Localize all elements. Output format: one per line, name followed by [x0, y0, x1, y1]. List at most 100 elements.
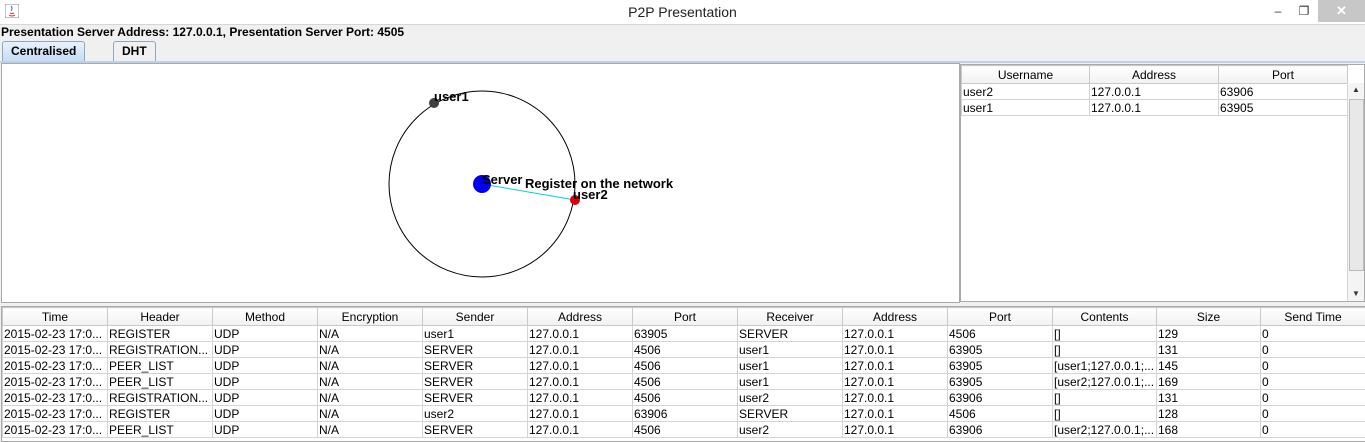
log-table-column-header[interactable]: Header — [108, 308, 213, 326]
log-table-cell: 0 — [1261, 390, 1365, 406]
log-table-cell: PEER_LIST — [108, 374, 213, 390]
user-table-cell: user1 — [962, 100, 1090, 116]
message-log-table: TimeHeaderMethodEncryptionSenderAddressP… — [1, 306, 1365, 442]
log-table-row[interactable]: 2015-02-23 17:0...PEER_LISTUDPN/ASERVER1… — [3, 358, 1365, 374]
log-table-cell: 131 — [1157, 342, 1261, 358]
user-table-column-header[interactable]: Port — [1219, 66, 1348, 84]
log-table-cell: 0 — [1261, 422, 1365, 438]
window-title: P2P Presentation — [0, 4, 1365, 20]
user-table-row[interactable]: user2127.0.0.163906 — [962, 84, 1348, 100]
close-button[interactable]: ✕ — [1318, 0, 1365, 22]
log-table-row[interactable]: 2015-02-23 17:0...PEER_LISTUDPN/ASERVER1… — [3, 374, 1365, 390]
user-table-column-header[interactable]: Address — [1090, 66, 1219, 84]
minimize-button[interactable]: – — [1265, 0, 1291, 22]
log-table-cell: UDP — [213, 390, 318, 406]
log-table-cell: 2015-02-23 17:0... — [3, 390, 108, 406]
log-table-cell: UDP — [213, 422, 318, 438]
log-table-cell: UDP — [213, 342, 318, 358]
log-table-column-header[interactable]: Port — [948, 308, 1053, 326]
log-table-cell: REGISTER — [108, 406, 213, 422]
log-table-column-header[interactable]: Port — [633, 308, 738, 326]
log-table-row[interactable]: 2015-02-23 17:0...REGISTERUDPN/Auser2127… — [3, 406, 1365, 422]
log-table-cell: 63906 — [633, 406, 738, 422]
title-bar: P2P Presentation – ❐ ✕ — [0, 0, 1365, 25]
log-table-column-header[interactable]: Size — [1157, 308, 1261, 326]
user2-label: user2 — [573, 187, 608, 202]
log-table-cell: user1 — [738, 358, 843, 374]
log-table-cell: 127.0.0.1 — [843, 342, 948, 358]
user-table-header: UsernameAddressPort — [962, 66, 1348, 84]
scroll-down-arrow-icon[interactable]: ▼ — [1348, 287, 1364, 301]
scrollbar-thumb[interactable] — [1349, 99, 1364, 271]
log-table-cell: REGISTER — [108, 326, 213, 342]
user-table-cell: 63905 — [1219, 100, 1348, 116]
log-table-cell: 63905 — [948, 342, 1053, 358]
log-table-cell: 2015-02-23 17:0... — [3, 326, 108, 342]
user1-label: user1 — [434, 89, 469, 104]
log-table-row[interactable]: 2015-02-23 17:0...REGISTERUDPN/Auser1 127… — [3, 326, 1365, 342]
log-table-column-header[interactable]: Address — [528, 308, 633, 326]
log-table-cell: user1 — [423, 326, 528, 342]
user-table-scrollbar[interactable]: ▲ ▼ — [1347, 83, 1364, 301]
log-table-cell: user2 — [738, 390, 843, 406]
log-table-cell: 128 — [1157, 406, 1261, 422]
log-table-cell: user2 — [738, 422, 843, 438]
log-table-column-header[interactable]: Contents — [1053, 308, 1157, 326]
scroll-up-arrow-icon[interactable]: ▲ — [1348, 83, 1364, 97]
log-table-row[interactable]: 2015-02-23 17:0...PEER_LISTUDPN/ASERVER1… — [3, 422, 1365, 438]
user-table-row[interactable]: user1127.0.0.163905 — [962, 100, 1348, 116]
log-table-cell: SERVER — [738, 326, 843, 342]
log-table-cell: UDP — [213, 326, 318, 342]
log-table-row[interactable]: 2015-02-23 17:0...REGISTRATION...UDPN/AS… — [3, 390, 1365, 406]
server-info-label: Presentation Server Address: 127.0.0.1, … — [1, 25, 404, 39]
user-table-cell: 127.0.0.1 — [1090, 84, 1219, 100]
log-table-cell: [] — [1053, 342, 1157, 358]
log-table-cell: REGISTRATION... — [108, 390, 213, 406]
maximize-button[interactable]: ❐ — [1291, 0, 1317, 22]
user-table-cell: user2 — [962, 84, 1090, 100]
log-table-grid: TimeHeaderMethodEncryptionSenderAddressP… — [2, 307, 1365, 438]
log-table-cell: 0 — [1261, 342, 1365, 358]
log-table-cell: 127.0.0.1 — [843, 358, 948, 374]
log-table-cell: SERVER — [738, 406, 843, 422]
log-table-cell: 127.0.0.1 — [528, 358, 633, 374]
log-table-cell: 127.0.0.1 — [843, 374, 948, 390]
log-table-row[interactable]: 2015-02-23 17:0...REGISTRATION...UDPN/AS… — [3, 342, 1365, 358]
tab-dht[interactable]: DHT — [113, 41, 156, 61]
log-table-cell: 0 — [1261, 406, 1365, 422]
log-table-column-header[interactable]: Address — [843, 308, 948, 326]
user-table-cell: 127.0.0.1 — [1090, 100, 1219, 116]
log-table-cell: SERVER — [423, 374, 528, 390]
log-table-cell: 0 — [1261, 358, 1365, 374]
log-table-cell: 127.0.0.1 — [528, 390, 633, 406]
log-table-cell: 127.0.0.1 — [528, 422, 633, 438]
log-table-cell: 127.0.0.1 — [843, 326, 948, 342]
log-table-column-header[interactable]: Sender — [423, 308, 528, 326]
log-table-cell: [] — [1053, 390, 1157, 406]
log-table-column-header[interactable]: Send Time — [1261, 308, 1365, 326]
log-table-cell: [] — [1053, 406, 1157, 422]
log-table-cell: [user2;127.0.0.1;... — [1053, 422, 1157, 438]
tab-centralised-p2p[interactable]: Centralised P2P — [2, 41, 85, 61]
log-table-column-header[interactable]: Method — [213, 308, 318, 326]
log-table-cell: 127.0.0.1 — [528, 374, 633, 390]
log-table-cell: 131 — [1157, 390, 1261, 406]
server-label: Server — [482, 172, 522, 187]
log-table-header: TimeHeaderMethodEncryptionSenderAddressP… — [3, 308, 1365, 326]
log-table-cell: 169 — [1157, 374, 1261, 390]
log-table-cell: UDP — [213, 358, 318, 374]
log-table-cell: 2015-02-23 17:0... — [3, 358, 108, 374]
user-table-column-header[interactable]: Username — [962, 66, 1090, 84]
log-table-cell: 168 — [1157, 422, 1261, 438]
log-table-column-header[interactable]: Encryption — [318, 308, 423, 326]
log-table-cell: user1 — [738, 374, 843, 390]
log-table-cell: 63906 — [948, 422, 1053, 438]
log-table-cell: 4506 — [633, 358, 738, 374]
log-table-cell: N/A — [318, 406, 423, 422]
network-graph-panel: user1 Server Register on the network use… — [1, 63, 960, 303]
log-table-column-header[interactable]: Time — [3, 308, 108, 326]
log-table-cell: user1 — [738, 342, 843, 358]
user-table-body: user2127.0.0.163906user1127.0.0.163905 — [962, 84, 1348, 116]
log-table-column-header[interactable]: Receiver — [738, 308, 843, 326]
log-table-cell: N/A — [318, 326, 423, 342]
